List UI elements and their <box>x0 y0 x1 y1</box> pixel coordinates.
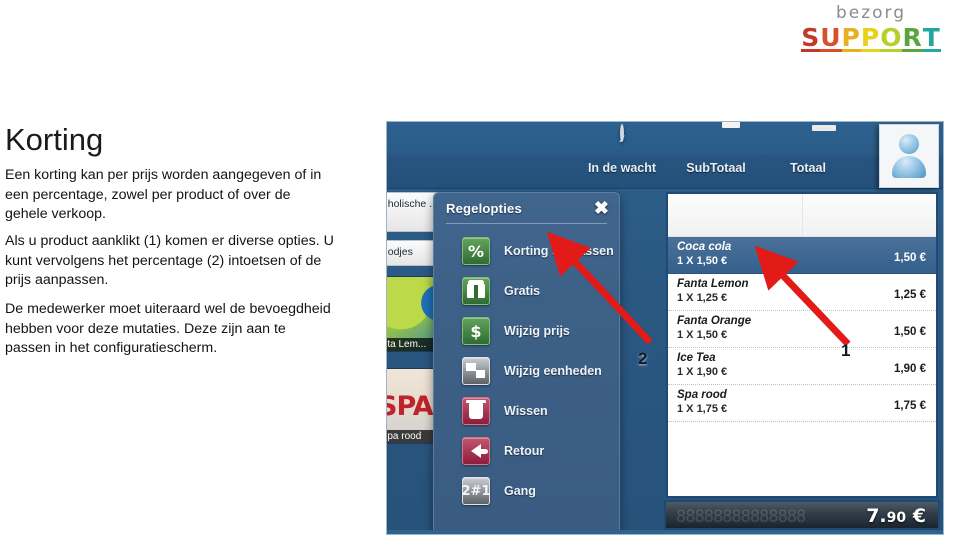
cash-drawer-icon <box>790 126 826 158</box>
menu-label-korting-toepassen: Korting toepassen <box>504 244 614 258</box>
logo-letter-0: S <box>801 23 821 52</box>
toolbar-label-subtotaal: SubTotaal <box>686 161 746 175</box>
logo-letter-5: R <box>902 23 923 52</box>
dollar-glyph: $ <box>470 321 482 341</box>
order-row-quantity: 1 X 1,90 € <box>677 366 728 378</box>
order-row-amount: 1,90 € <box>894 363 926 375</box>
menu-label-retour: Retour <box>504 444 545 458</box>
menu-item-gratis[interactable]: Gratis <box>434 271 619 311</box>
order-list-panel: Coca cola 1 X 1,50 € 1,50 € Fanta Lemon 1 X … <box>666 192 938 498</box>
total-currency: € <box>912 505 926 527</box>
article-paragraph-1: Een korting kan per prijs worden aangege… <box>5 167 322 222</box>
pos-screenshot: In de wacht SubTotaal Totaal ...holische… <box>387 122 943 534</box>
units-icon <box>462 357 490 385</box>
dollar-icon: $ <box>462 317 490 345</box>
total-whole: 7. <box>866 505 887 527</box>
logo-letter-6: T <box>922 23 941 52</box>
pos-toolbar: In de wacht SubTotaal Totaal <box>387 122 943 189</box>
order-row-quantity: 1 X 1,50 € <box>677 329 728 341</box>
order-row[interactable]: Ice Tea 1 X 1,90 € 1,90 € <box>668 348 936 385</box>
order-row-product-name: Spa rood <box>677 389 727 401</box>
close-icon[interactable]: ✖ <box>594 199 609 217</box>
dialog-divider <box>446 223 607 224</box>
course-number-icon: 2#1 <box>461 477 491 505</box>
logo-letter-1: U <box>820 23 842 52</box>
order-row[interactable]: Spa rood 1 X 1,75 € 1,75 € <box>668 385 936 422</box>
total-decimals: 90 <box>886 510 907 526</box>
user-avatar-icon[interactable] <box>879 124 939 188</box>
printer-icon <box>698 126 734 158</box>
menu-item-gang[interactable]: 2#1 Gang <box>434 471 619 511</box>
order-header-cell-right <box>803 194 937 236</box>
avatar-head <box>899 134 919 154</box>
annotation-number-1: 1 <box>841 341 851 360</box>
order-row-amount: 1,25 € <box>894 289 926 301</box>
bezorg-support-logo: bezorg SUPPORT <box>786 4 956 56</box>
spa-brand-text: SPA <box>387 391 434 422</box>
percent-glyph: % <box>467 241 485 261</box>
menu-item-wissen[interactable]: Wissen <box>434 391 619 431</box>
total-amount: 7.90 € <box>866 505 926 527</box>
menu-label-wijzig-eenheden: Wijzig eenheden <box>504 364 602 378</box>
dialog-title: Regelopties <box>446 201 522 216</box>
order-header-cell-left <box>668 194 803 236</box>
order-row-amount: 1,75 € <box>894 400 926 412</box>
menu-item-wijzig-eenheden[interactable]: Wijzig eenheden <box>434 351 619 391</box>
avatar-body <box>892 156 926 178</box>
toolbar-button-subtotaal[interactable]: SubTotaal <box>675 126 757 175</box>
course-glyph: 2#1 <box>461 483 491 499</box>
menu-item-korting-toepassen[interactable]: % Korting toepassen <box>434 231 619 271</box>
total-ghost-digits: 88888888888888 <box>676 507 806 527</box>
logo-wordmark-top: bezorg <box>835 3 907 23</box>
undo-arrow-icon <box>462 437 490 465</box>
menu-label-wijzig-prijs: Wijzig prijs <box>504 324 570 338</box>
total-display: 88888888888888 7.90 € <box>664 500 940 530</box>
dialog-menu-list: % Korting toepassen Gratis $ Wijzig prij… <box>434 231 619 511</box>
logo-letter-3: P <box>860 23 881 52</box>
order-row-amount: 1,50 € <box>894 252 926 264</box>
annotation-number-2: 2 <box>638 349 648 368</box>
page-title: Korting <box>5 122 104 157</box>
regelopties-dialog: Regelopties ✖ % Korting toepassen Gratis… <box>433 192 620 534</box>
logo-letter-4: O <box>880 23 903 52</box>
trash-icon <box>462 397 490 425</box>
logo-letter-2: P <box>841 23 861 52</box>
article-paragraph-3: De medewerker moet uiteraard wel de bevo… <box>5 301 331 356</box>
percent-icon: % <box>462 237 490 265</box>
order-row-quantity: 1 X 1,75 € <box>677 403 728 415</box>
article-paragraph-2: Als u product aanklikt (1) komen er dive… <box>5 233 334 288</box>
order-row-quantity: 1 X 1,50 € <box>677 255 728 267</box>
order-row-quantity: 1 X 1,25 € <box>677 292 728 304</box>
order-row-product-name: Fanta Lemon <box>677 278 749 290</box>
menu-item-wijzig-prijs[interactable]: $ Wijzig prijs <box>434 311 619 351</box>
toolbar-label-totaal: Totaal <box>790 161 826 175</box>
clock-icon <box>604 124 640 158</box>
toolbar-button-in-de-wacht[interactable]: In de wacht <box>581 124 663 175</box>
order-row[interactable]: Fanta Lemon 1 X 1,25 € 1,25 € <box>668 274 936 311</box>
order-row-product-name: Fanta Orange <box>677 315 752 327</box>
order-row[interactable]: Fanta Orange 1 X 1,50 € 1,50 € <box>668 311 936 348</box>
gift-icon <box>462 277 490 305</box>
order-row-product-name: Coca cola <box>677 241 732 253</box>
order-row[interactable]: Coca cola 1 X 1,50 € 1,50 € <box>668 237 936 274</box>
menu-label-wissen: Wissen <box>504 404 548 418</box>
menu-label-gang: Gang <box>504 484 536 498</box>
logo-wordmark-support: SUPPORT <box>786 24 956 52</box>
order-rows: Coca cola 1 X 1,50 € 1,50 € Fanta Lemon 1 X … <box>668 237 936 422</box>
order-row-amount: 1,50 € <box>894 326 926 338</box>
order-list-header <box>668 194 936 237</box>
toolbar-label-in-de-wacht: In de wacht <box>587 161 657 175</box>
menu-label-gratis: Gratis <box>504 284 541 298</box>
order-row-product-name: Ice Tea <box>677 352 716 364</box>
pos-bottom-strip <box>387 530 943 534</box>
page-root: bezorg SUPPORT Korting Een korting kan p… <box>0 0 959 557</box>
toolbar-button-totaal[interactable]: Totaal <box>767 126 849 175</box>
menu-item-retour[interactable]: Retour <box>434 431 619 471</box>
